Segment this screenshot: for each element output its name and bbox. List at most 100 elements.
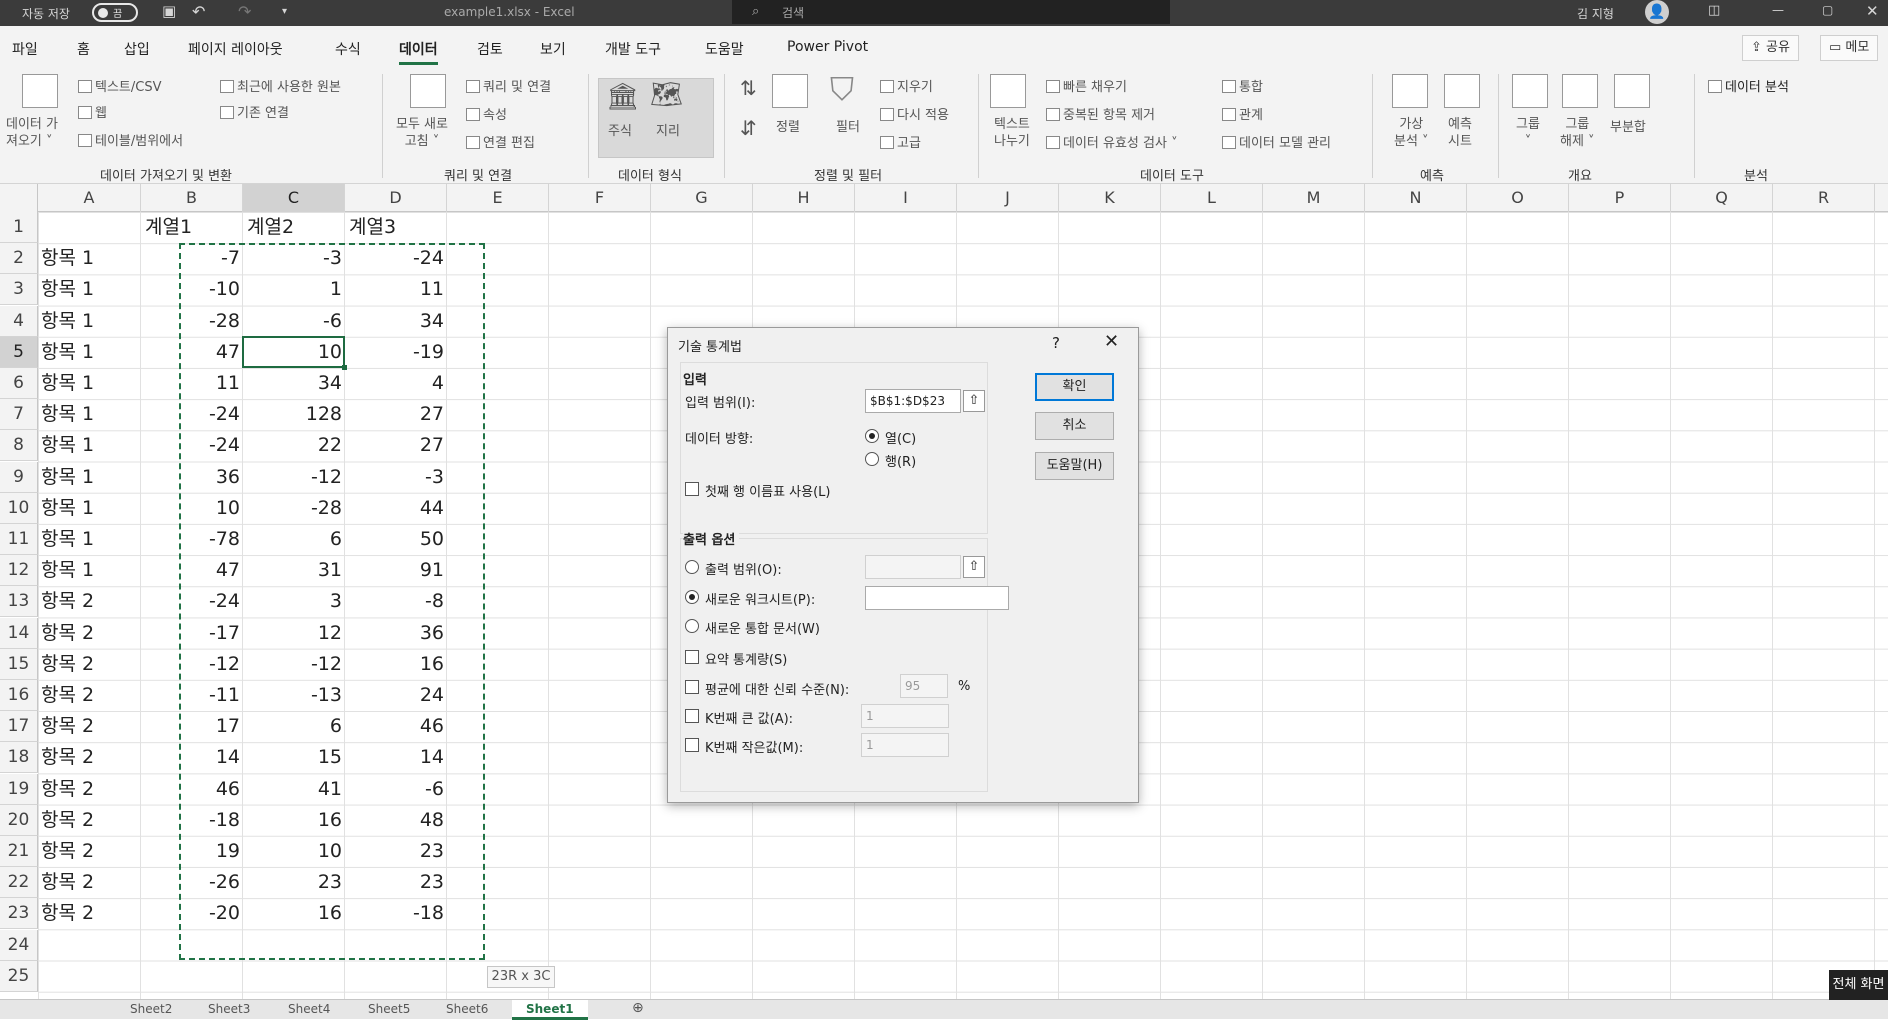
filter-icon[interactable]: ⛉ bbox=[830, 70, 854, 109]
properties-button[interactable]: 속성 bbox=[466, 104, 507, 123]
value-cell[interactable]: 15 bbox=[243, 742, 345, 773]
column-header-f[interactable]: F bbox=[549, 184, 651, 212]
column-header-q[interactable]: Q bbox=[1671, 184, 1773, 212]
group-button[interactable]: 그룹 ˅ bbox=[1516, 116, 1540, 150]
confidence-checkbox[interactable] bbox=[685, 680, 699, 694]
column-title-cell[interactable]: 계열3 bbox=[349, 212, 396, 243]
queries-connections-button[interactable]: 쿼리 및 연결 bbox=[466, 76, 551, 95]
row-header-3[interactable]: 3 bbox=[0, 274, 38, 306]
subtotal-button[interactable]: 부분합 bbox=[1610, 116, 1646, 135]
output-range-field[interactable] bbox=[865, 555, 961, 579]
value-cell[interactable]: 47 bbox=[141, 555, 243, 586]
value-cell[interactable]: -13 bbox=[243, 680, 345, 711]
column-title-cell[interactable]: 계열1 bbox=[145, 212, 192, 243]
value-cell[interactable]: 27 bbox=[345, 430, 447, 461]
column-header-a[interactable]: A bbox=[38, 184, 141, 212]
value-cell[interactable]: 27 bbox=[345, 399, 447, 430]
value-cell[interactable]: -12 bbox=[243, 462, 345, 493]
row-label-cell[interactable]: 항목 2 bbox=[41, 898, 94, 929]
row-label-cell[interactable]: 항목 1 bbox=[41, 430, 94, 461]
ungroup-button[interactable]: 그룹 해제 ˅ bbox=[1560, 116, 1595, 150]
cancel-button[interactable]: 취소 bbox=[1035, 412, 1114, 440]
column-header-c[interactable]: C bbox=[243, 184, 345, 212]
redo-icon[interactable]: ↷ bbox=[238, 2, 251, 21]
sheet-tab[interactable]: Sheet6 bbox=[446, 1002, 488, 1016]
sort-descending-icon[interactable]: ⇵ bbox=[740, 116, 757, 140]
forecast-sheet-button[interactable]: 예측 시트 bbox=[1448, 116, 1472, 150]
summary-stats-checkbox[interactable] bbox=[685, 650, 699, 664]
row-header-12[interactable]: 12 bbox=[0, 555, 38, 587]
row-label-cell[interactable]: 항목 1 bbox=[41, 399, 94, 430]
value-cell[interactable]: -7 bbox=[141, 243, 243, 274]
value-cell[interactable]: 91 bbox=[345, 555, 447, 586]
refresh-all-icon[interactable] bbox=[410, 74, 446, 108]
value-cell[interactable]: 11 bbox=[141, 368, 243, 399]
help-icon[interactable]: ? bbox=[1052, 334, 1060, 352]
ungroup-icon[interactable] bbox=[1562, 74, 1598, 108]
row-label-cell[interactable]: 항목 2 bbox=[41, 649, 94, 680]
value-cell[interactable]: 6 bbox=[243, 711, 345, 742]
value-cell[interactable]: -24 bbox=[345, 243, 447, 274]
row-label-cell[interactable]: 항목 1 bbox=[41, 462, 94, 493]
value-cell[interactable]: 17 bbox=[141, 711, 243, 742]
value-cell[interactable]: -8 bbox=[345, 586, 447, 617]
geography-icon[interactable]: 🗺 bbox=[650, 80, 683, 110]
get-data-button[interactable]: 데이터 가 져오기 ˅ bbox=[6, 116, 58, 150]
row-label-cell[interactable]: 항목 2 bbox=[41, 680, 94, 711]
value-cell[interactable]: -24 bbox=[141, 399, 243, 430]
sheet-tab[interactable]: Sheet4 bbox=[288, 1002, 330, 1016]
value-cell[interactable]: -12 bbox=[141, 649, 243, 680]
radio-rows[interactable] bbox=[865, 452, 879, 466]
data-model-button[interactable]: 데이터 모델 관리 bbox=[1222, 132, 1331, 151]
minimize-icon[interactable]: — bbox=[1772, 3, 1784, 17]
value-cell[interactable]: -20 bbox=[141, 898, 243, 929]
row-header-25[interactable]: 25 bbox=[0, 960, 38, 992]
value-cell[interactable]: -26 bbox=[141, 867, 243, 898]
row-label-cell[interactable]: 항목 2 bbox=[41, 742, 94, 773]
sheet-tab[interactable]: Sheet3 bbox=[208, 1002, 250, 1016]
first-row-labels-checkbox[interactable] bbox=[685, 482, 699, 496]
value-cell[interactable]: -24 bbox=[141, 586, 243, 617]
row-header-9[interactable]: 9 bbox=[0, 461, 38, 493]
row-label-cell[interactable]: 항목 1 bbox=[41, 524, 94, 555]
value-cell[interactable]: -18 bbox=[141, 805, 243, 836]
value-cell[interactable]: 16 bbox=[243, 898, 345, 929]
value-cell[interactable]: 128 bbox=[243, 399, 345, 430]
value-cell[interactable]: 44 bbox=[345, 493, 447, 524]
row-header-17[interactable]: 17 bbox=[0, 711, 38, 743]
row-header-14[interactable]: 14 bbox=[0, 617, 38, 649]
value-cell[interactable]: -12 bbox=[243, 649, 345, 680]
close-window-icon[interactable]: ✕ bbox=[1866, 2, 1879, 20]
sheet-tab[interactable]: Sheet2 bbox=[130, 1002, 172, 1016]
what-if-icon[interactable] bbox=[1392, 74, 1428, 108]
row-header-4[interactable]: 4 bbox=[0, 305, 38, 337]
memo-button[interactable]: ▭ 메모 bbox=[1820, 35, 1879, 61]
row-label-cell[interactable]: 항목 2 bbox=[41, 867, 94, 898]
row-header-22[interactable]: 22 bbox=[0, 867, 38, 899]
data-analysis-button[interactable]: 데이터 분석 bbox=[1708, 76, 1789, 95]
value-cell[interactable]: 34 bbox=[345, 306, 447, 337]
value-cell[interactable]: 16 bbox=[243, 805, 345, 836]
sort-ascending-icon[interactable]: ⇅ bbox=[740, 76, 757, 100]
row-header-21[interactable]: 21 bbox=[0, 836, 38, 867]
value-cell[interactable]: 10 bbox=[243, 836, 345, 867]
relationships-button[interactable]: 관계 bbox=[1222, 104, 1263, 123]
value-cell[interactable]: -10 bbox=[141, 274, 243, 305]
row-label-cell[interactable]: 항목 2 bbox=[41, 711, 94, 742]
value-cell[interactable]: 22 bbox=[243, 430, 345, 461]
value-cell[interactable]: 36 bbox=[141, 462, 243, 493]
row-label-cell[interactable]: 항목 2 bbox=[41, 586, 94, 617]
value-cell[interactable]: 34 bbox=[243, 368, 345, 399]
row-header-20[interactable]: 20 bbox=[0, 804, 38, 836]
menu-formulas[interactable]: 수식 bbox=[335, 39, 361, 59]
row-label-cell[interactable]: 항목 1 bbox=[41, 337, 94, 368]
value-cell[interactable]: 10 bbox=[141, 493, 243, 524]
row-header-10[interactable]: 10 bbox=[0, 492, 38, 524]
value-cell[interactable]: 3 bbox=[243, 586, 345, 617]
row-label-cell[interactable]: 항목 1 bbox=[41, 555, 94, 586]
row-header-7[interactable]: 7 bbox=[0, 399, 38, 431]
collapse-output-range-icon[interactable]: ⇧ bbox=[963, 556, 985, 578]
value-cell[interactable]: 23 bbox=[345, 836, 447, 867]
column-title-cell[interactable]: 계열2 bbox=[247, 212, 294, 243]
menu-view[interactable]: 보기 bbox=[540, 39, 566, 59]
